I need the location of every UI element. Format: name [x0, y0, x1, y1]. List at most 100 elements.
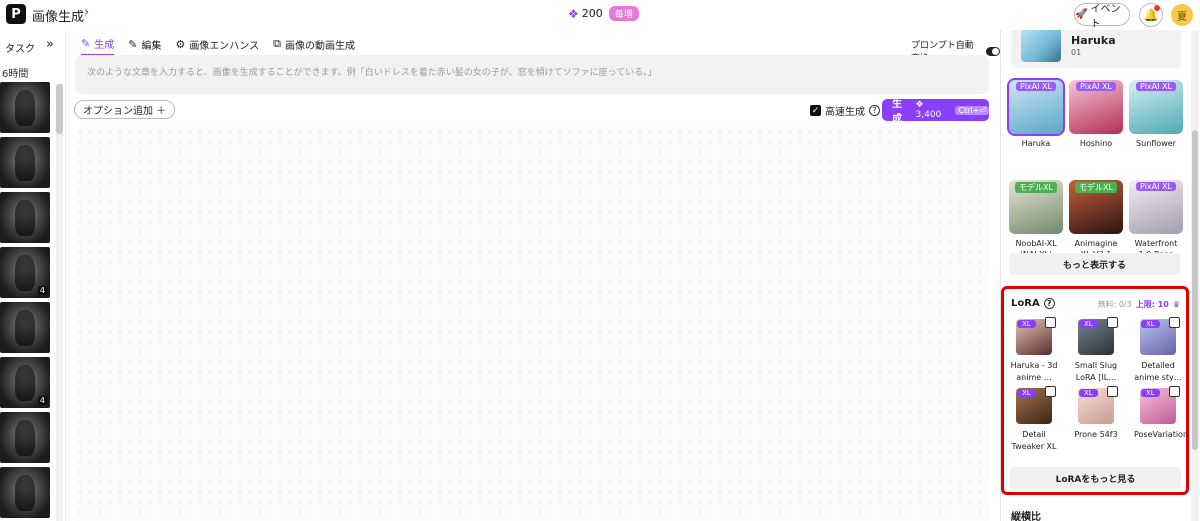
model-type-tag: モデルXL [1015, 182, 1057, 193]
task-scrollbar[interactable] [56, 84, 63, 521]
task-thumbnail[interactable] [0, 302, 50, 353]
model-card[interactable]: PixAI XL Haruka [1007, 78, 1065, 174]
settings-panel: Haruka 01 PixAI XL Haruka PixAI XL Hoshino P… [1000, 30, 1200, 521]
model-card[interactable]: PixAI XL Sunflower [1129, 80, 1183, 174]
lora-checkbox[interactable] [1107, 317, 1118, 328]
task-thumbnail[interactable] [0, 192, 50, 243]
lora-checkbox[interactable] [1169, 317, 1180, 328]
chevron-right-icon[interactable]: › [84, 5, 89, 20]
more-lora-button[interactable]: LoRAをもっと見る [1010, 467, 1181, 489]
lora-card[interactable]: XL Detailed anime sty… [1134, 317, 1182, 384]
model-name: Hoshino [1079, 139, 1113, 148]
generate-label: 生成 [892, 99, 902, 125]
task-thumbnail[interactable] [0, 412, 50, 463]
model-thumbnail: PixAI XL [1069, 80, 1123, 134]
model-thumbnail: PixAI XL [1129, 80, 1183, 134]
subscription-badge[interactable]: 毎増 [608, 6, 639, 21]
fast-generate-row: ✓ 高速生成 ? [810, 103, 880, 118]
selected-model-thumbnail [1021, 30, 1061, 62]
lora-grid: XL Haruka - 3d anime … XL Small Slug LoRA [… [1010, 317, 1189, 457]
model-type-tag: PixAI XL [1136, 82, 1176, 91]
selected-model-card[interactable]: Haruka 01 [1011, 30, 1181, 68]
tab-1[interactable]: ✎ 編集 [128, 36, 161, 56]
lora-card[interactable]: XL Prone 54f3 [1074, 386, 1118, 453]
model-thumbnail: モデルXL [1009, 180, 1063, 234]
image-count-badge: 4 [37, 396, 47, 405]
settings-scrollbar[interactable] [1191, 30, 1199, 521]
model-name: Sunflower [1136, 139, 1176, 148]
fast-generate-label: 高速生成 [825, 107, 865, 118]
lora-card[interactable]: XL Small Slug LoRA [IL… [1074, 317, 1118, 384]
lora-type-tag: XL [1079, 320, 1098, 328]
prompt-input[interactable]: 次のような文章を入力すると、画像を生成することができます。例「白いドレスを着た赤… [75, 55, 989, 94]
task-thumbnail[interactable] [0, 467, 50, 518]
task-thumbnail-list: 44 [0, 82, 50, 521]
lora-type-tag: XL [1017, 320, 1036, 328]
lora-name: Small Slug LoRA [IL… [1074, 361, 1118, 382]
model-type-tag: PixAI XL [1076, 82, 1116, 91]
lora-name: Haruka - 3d anime … [1010, 361, 1058, 382]
generate-button[interactable]: 生成 ❖ 3,400 Ctrl+⏎ [882, 99, 989, 125]
tab-label: 画像エンハンス [189, 40, 260, 52]
tab-0[interactable]: ✎ 生成 [81, 36, 115, 56]
show-more-models-button[interactable]: もっと表示する [1009, 253, 1180, 275]
lora-name: Detail Tweaker XL [1011, 430, 1057, 451]
lora-limit-count: 上限: 10 [1135, 300, 1169, 309]
lora-free-count: 無料: 0/3 [1097, 300, 1132, 309]
top-bar: P 画像生成 › ❖ 200 毎増 🚀 イベント 🔔 夏 [0, 0, 1200, 30]
lora-card[interactable]: XL Haruka - 3d anime … [1010, 317, 1058, 384]
lora-limit: 無料: 0/3 上限: 10 ♛ [1098, 299, 1180, 310]
mode-tabs: ✎ 生成 ✎ 編集 ⚙ 画像エンハンス ⧉ 画像の動画生成 [81, 36, 355, 56]
event-button[interactable]: 🚀 イベント [1074, 3, 1130, 30]
lora-name: Detailed anime sty… [1134, 361, 1182, 382]
tab-icon: ⧉ [273, 37, 281, 50]
lora-card[interactable]: XL PoseVariation [1134, 386, 1189, 453]
tab-2[interactable]: ⚙ 画像エンハンス [175, 36, 259, 56]
task-sidebar: タスク » 6時間 44 [0, 30, 66, 521]
image-count-badge: 4 [37, 286, 47, 295]
model-thumbnail: PixAI XL [1129, 180, 1183, 234]
tab-icon: ⚙ [175, 37, 186, 51]
page-title: 画像生成 [32, 10, 85, 25]
notification-button[interactable]: 🔔 [1139, 3, 1163, 27]
credit-amount: 200 [581, 7, 603, 20]
lora-type-tag: XL [1079, 389, 1098, 397]
result-canvas [75, 127, 989, 521]
lora-name: PoseVariation [1134, 430, 1189, 439]
lora-checkbox[interactable] [1045, 317, 1056, 328]
tab-3[interactable]: ⧉ 画像の動画生成 [273, 36, 355, 56]
fast-generate-checkbox[interactable]: ✓ [810, 105, 821, 116]
lora-checkbox[interactable] [1107, 386, 1118, 397]
model-thumbnail: PixAI XL [1007, 78, 1065, 136]
collapse-sidebar-icon[interactable]: » [46, 37, 54, 52]
rocket-icon: 🚀 [1075, 9, 1088, 20]
lora-type-tag: XL [1017, 389, 1036, 397]
auto-convert-toggle[interactable] [986, 46, 1000, 56]
main-area: ✎生成✎編集⚙画像エンハンス⧉画像の動画生成 プロンプト自動変換 次のような文章… [66, 30, 1000, 521]
lora-checkbox[interactable] [1169, 386, 1180, 397]
avatar[interactable]: 夏 [1171, 4, 1193, 26]
selected-model-version: 01 [1071, 48, 1082, 57]
tab-icon: ✎ [128, 37, 138, 51]
add-option-button[interactable]: オプション追加 ＋ [74, 100, 176, 119]
aspect-ratio-heading: 縦横比 [1011, 512, 1041, 521]
task-thumbnail[interactable]: 4 [0, 247, 50, 298]
model-type-tag: モデルXL [1075, 182, 1117, 193]
lora-checkbox[interactable] [1045, 386, 1056, 397]
model-type-tag: PixAI XL [1136, 182, 1176, 191]
model-card[interactable]: PixAI XL Hoshino [1069, 80, 1123, 174]
tab-label: 編集 [141, 40, 162, 52]
lora-help-icon[interactable]: ? [1043, 298, 1055, 309]
notification-dot [1154, 5, 1160, 11]
lora-name: Prone 54f3 [1074, 430, 1118, 439]
help-icon[interactable]: ? [869, 105, 880, 116]
lora-card[interactable]: XL Detail Tweaker XL [1011, 386, 1057, 453]
credit-balance[interactable]: ❖ 200 毎増 [568, 6, 639, 21]
app-logo[interactable]: P [6, 4, 26, 24]
model-name: Haruka [1021, 139, 1051, 148]
generate-cost: ❖ 3,400 [915, 100, 942, 120]
task-thumbnail[interactable] [0, 137, 50, 188]
model-type-tag: PixAI XL [1016, 82, 1056, 91]
task-thumbnail[interactable]: 4 [0, 357, 50, 408]
task-thumbnail[interactable] [0, 82, 50, 133]
